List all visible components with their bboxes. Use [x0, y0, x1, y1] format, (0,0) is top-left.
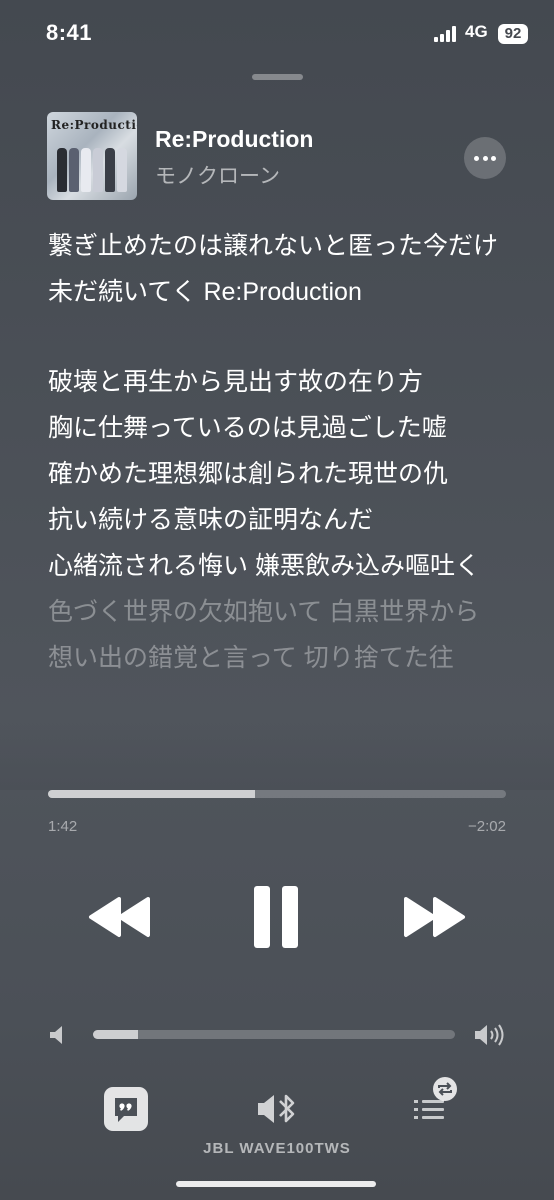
- remaining-time: −2:02: [468, 818, 506, 835]
- previous-button[interactable]: [88, 894, 152, 940]
- bluetooth-speaker-icon: [258, 1094, 295, 1123]
- lyric-spacer: [48, 320, 518, 364]
- volume-fill: [93, 1030, 139, 1039]
- audio-output-button[interactable]: [255, 1090, 301, 1128]
- album-artwork[interactable]: Re:Production: [47, 112, 137, 200]
- status-time: 8:41: [46, 20, 93, 45]
- progress-slider[interactable]: [48, 790, 506, 798]
- volume-slider[interactable]: [93, 1030, 455, 1039]
- pause-button[interactable]: [250, 884, 302, 950]
- speaker-low-icon: [50, 1026, 62, 1044]
- home-indicator[interactable]: [176, 1181, 376, 1187]
- forward-icon: [404, 897, 465, 937]
- more-button[interactable]: [464, 137, 506, 179]
- battery-indicator: 92: [498, 24, 528, 44]
- volume-low-button: [48, 1024, 68, 1046]
- lyrics-view[interactable]: 繋ぎ止めたのは譲れないと匿った今だけ 未だ続いてく Re:Production 破壊…: [48, 228, 518, 686]
- lyric-line[interactable]: 破壊と再生から見出す故の在り方: [48, 364, 518, 400]
- elapsed-time: 1:42: [48, 818, 78, 835]
- lyric-line[interactable]: 繋ぎ止めたのは譲れないと匿った今だけ: [48, 228, 518, 264]
- next-button[interactable]: [402, 894, 466, 940]
- lyric-line[interactable]: 抗い続ける意味の証明なんだ: [48, 502, 518, 538]
- pause-icon: [254, 886, 298, 948]
- volume-high-button: [474, 1020, 506, 1050]
- lyric-line[interactable]: 想い出の錯覚と言って 切り捨てた往: [48, 640, 518, 676]
- lyrics-quote-icon: [115, 1098, 137, 1122]
- output-device-name: JBL WAVE100TWS: [203, 1140, 351, 1157]
- lyrics-button[interactable]: [104, 1087, 148, 1131]
- artist-name[interactable]: モノクローン: [155, 160, 280, 190]
- lyrics-fade: [0, 720, 554, 790]
- lyric-line[interactable]: 確かめた理想郷は創られた現世の仇: [48, 456, 518, 492]
- cellular-signal-icon: [434, 26, 460, 42]
- album-artwork-title: Re:Production: [51, 118, 137, 132]
- more-icon: [474, 156, 479, 161]
- sheet-grabber[interactable]: [252, 74, 303, 80]
- speaker-high-icon: [475, 1024, 504, 1046]
- lyric-line[interactable]: 心緒流される悔い 嫌悪飲み込み嘔吐く: [48, 548, 518, 584]
- repeat-icon: [433, 1077, 457, 1101]
- queue-button[interactable]: [410, 1077, 468, 1128]
- progress-fill: [48, 790, 256, 798]
- lyric-line[interactable]: 色づく世界の欠如抱いて 白黒世界から: [48, 594, 518, 630]
- lyric-line[interactable]: 未だ続いてく Re:Production: [48, 274, 518, 310]
- lyric-line[interactable]: 胸に仕舞っているのは見過ごした嘘: [48, 410, 518, 446]
- network-type: 4G: [465, 22, 488, 41]
- backward-icon: [89, 897, 150, 937]
- song-title[interactable]: Re:Production: [155, 126, 313, 153]
